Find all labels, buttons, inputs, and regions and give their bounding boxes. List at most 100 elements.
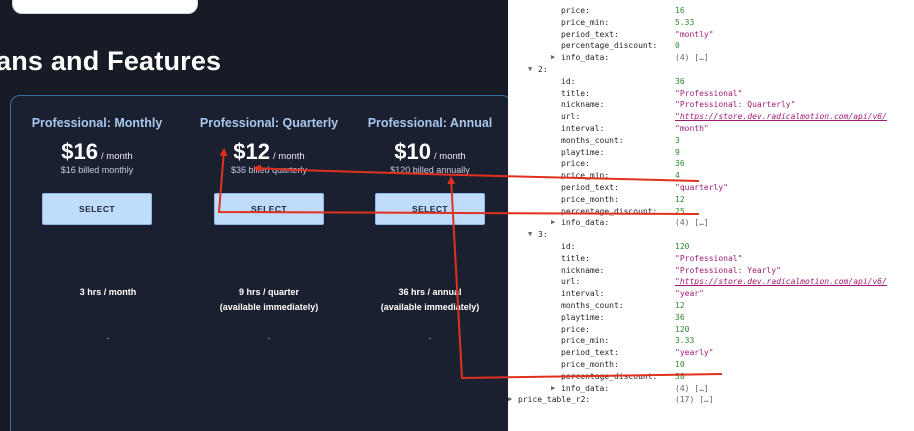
inspector-row: price_month: 12 <box>508 194 914 205</box>
inspector-value: "month" <box>675 124 709 133</box>
inspector-key: title: <box>561 253 590 263</box>
select-quarterly-button[interactable]: SELECT <box>214 193 324 225</box>
inspector-value: 36 <box>675 159 685 169</box>
expand-triangle-icon[interactable]: ▶ <box>508 394 512 405</box>
inspector-value: 25 <box>675 206 685 216</box>
inspector-key: months_count: <box>561 301 624 310</box>
inspector-row[interactable]: ▼ 2: <box>508 64 914 75</box>
inspector-row: price: 16 <box>508 5 914 16</box>
collapse-triangle-icon[interactable]: ▼ <box>528 64 532 75</box>
inspector-row[interactable]: ▼ 3: <box>508 229 914 240</box>
inspector-key: percentage_discount: <box>561 206 658 216</box>
plan-hours-annual: 36 hrs / annual (available immediately) <box>350 285 508 315</box>
inspector-value: 38 <box>675 371 685 381</box>
inspector-value: 120 <box>675 242 690 251</box>
expand-triangle-icon[interactable]: ▶ <box>551 383 555 394</box>
inspector-value: (4) […] <box>675 383 709 393</box>
inspector-row[interactable]: ▶ info_data: (4) […] <box>508 52 914 63</box>
inspector-row: url: "https://store.dev.radicalmotion.com… <box>508 111 914 122</box>
hours-line: 3 hrs / month <box>79 287 137 297</box>
inspector-row: id: 36 <box>508 76 914 87</box>
inspector-row: months_count: 12 <box>508 300 914 311</box>
select-annual-button[interactable]: SELECT <box>375 193 485 225</box>
inspector-key: price_month: <box>561 194 619 204</box>
inspector-key: price: <box>561 324 590 334</box>
inspector-key: period_text: <box>561 183 619 192</box>
select-monthly-button[interactable]: SELECT <box>42 193 152 225</box>
inspector-key: period_text: <box>561 348 619 358</box>
inspector-value: "Professional: Quarterly" <box>675 100 796 110</box>
inspector-row: months_count: 3 <box>508 135 914 146</box>
plan-billed-text: $16 billed monthly <box>60 165 134 175</box>
inspector-key: 2: <box>538 65 548 74</box>
inspector-row: nickname: "Professional: Yearly" <box>508 265 914 276</box>
inspector-value: "montly" <box>675 29 714 39</box>
inspector-row[interactable]: ▶ info_data: (4) […] <box>508 217 914 228</box>
inspector-value: "quarterly" <box>675 183 728 192</box>
inspector-row: price_min: 5.33 <box>508 17 914 28</box>
inspector-key: nickname: <box>561 265 605 275</box>
inspector-row: period_text: "quarterly" <box>508 182 914 193</box>
inspector-row: price_month: 10 <box>508 359 914 370</box>
plan-price: $16 <box>61 139 99 164</box>
inspector-row: id: 120 <box>508 241 914 252</box>
plan-monthly: Professional: Monthly $16/ month $16 bil… <box>17 116 177 225</box>
inspector-row: price: 36 <box>508 158 914 169</box>
inspector-value: 9 <box>675 147 680 157</box>
inspector-value: 36 <box>675 76 685 86</box>
plan-price: $10 <box>394 139 432 164</box>
inspector-key: nickname: <box>561 100 605 110</box>
inspector-value: "Professional" <box>675 88 743 98</box>
inspector-value: 0 <box>675 41 680 51</box>
inspector-key: price_min: <box>561 171 610 181</box>
plan-title: Professional: Monthly <box>31 116 163 130</box>
inspector-key: info_data: <box>561 383 610 393</box>
inspector-row: title: "Professional" <box>508 253 914 264</box>
plan-billed-text: $120 billed annually <box>390 165 470 175</box>
inspector-row: percentage_discount: 0 <box>508 40 914 51</box>
plan-annual: Professional: Annual $10/ month $120 bil… <box>350 116 508 225</box>
inspector-row: price_min: 4 <box>508 170 914 181</box>
inspector-key: price: <box>561 159 590 169</box>
inspector-value: (4) […] <box>675 53 709 63</box>
plan-extra-monthly: - <box>106 333 110 343</box>
hours-availability: (available immediately) <box>219 302 319 312</box>
expand-triangle-icon[interactable]: ▶ <box>551 52 555 63</box>
inspector-key: months_count: <box>561 135 624 145</box>
inspector-row[interactable]: ▶ info_data: (4) […] <box>508 383 914 394</box>
inspector-value: 5.33 <box>675 17 695 27</box>
inspector-row: percentage_discount: 38 <box>508 371 914 382</box>
plan-title: Professional: Annual <box>367 116 493 130</box>
collapse-triangle-icon[interactable]: ▼ <box>528 229 532 240</box>
inspector-key: price_month: <box>561 360 619 369</box>
inspector-key: period_text: <box>561 29 619 39</box>
inspector-key: id: <box>561 242 576 251</box>
top-input-box[interactable] <box>12 0 198 14</box>
plan-billed-text: $36 billed quarterly <box>230 165 308 175</box>
hours-availability: (available immediately) <box>380 302 480 312</box>
inspector-value: "Professional" <box>675 253 743 263</box>
plan-title: Professional: Quarterly <box>199 116 339 130</box>
plan-price: $12 <box>233 139 271 164</box>
inspector-value: 10 <box>675 360 685 369</box>
plan-extra-annual: - <box>428 333 432 343</box>
inspector-row[interactable]: ▶ price_table_r2: (17) […] <box>508 394 914 405</box>
inspector-key: 3: <box>538 230 548 240</box>
inspector-value: (17) […] <box>675 395 714 405</box>
inspector-value[interactable]: "https://store.dev.radicalmotion.com/api… <box>675 276 887 287</box>
inspector-value: "yearly" <box>675 348 714 358</box>
plan-hours-monthly: 3 hrs / month <box>28 285 188 300</box>
inspector-key: price_table_r2: <box>518 395 591 405</box>
inspector-value[interactable]: "https://store.dev.radicalmotion.com/api… <box>675 111 887 122</box>
inspector-row: period_text: "yearly" <box>508 347 914 358</box>
inspector-key: url: <box>561 277 581 287</box>
expand-triangle-icon[interactable]: ▶ <box>551 217 555 228</box>
inspector-key: id: <box>561 76 576 86</box>
inspector-value: 36 <box>675 312 685 322</box>
plan-extra-quarterly: - <box>267 333 271 343</box>
inspector-row: price_min: 3.33 <box>508 335 914 346</box>
page-title: ans and Features <box>0 46 222 76</box>
inspector-row: nickname: "Professional: Quarterly" <box>508 99 914 110</box>
inspector-row: playtime: 36 <box>508 312 914 323</box>
hours-line: 9 hrs / quarter <box>238 287 300 297</box>
